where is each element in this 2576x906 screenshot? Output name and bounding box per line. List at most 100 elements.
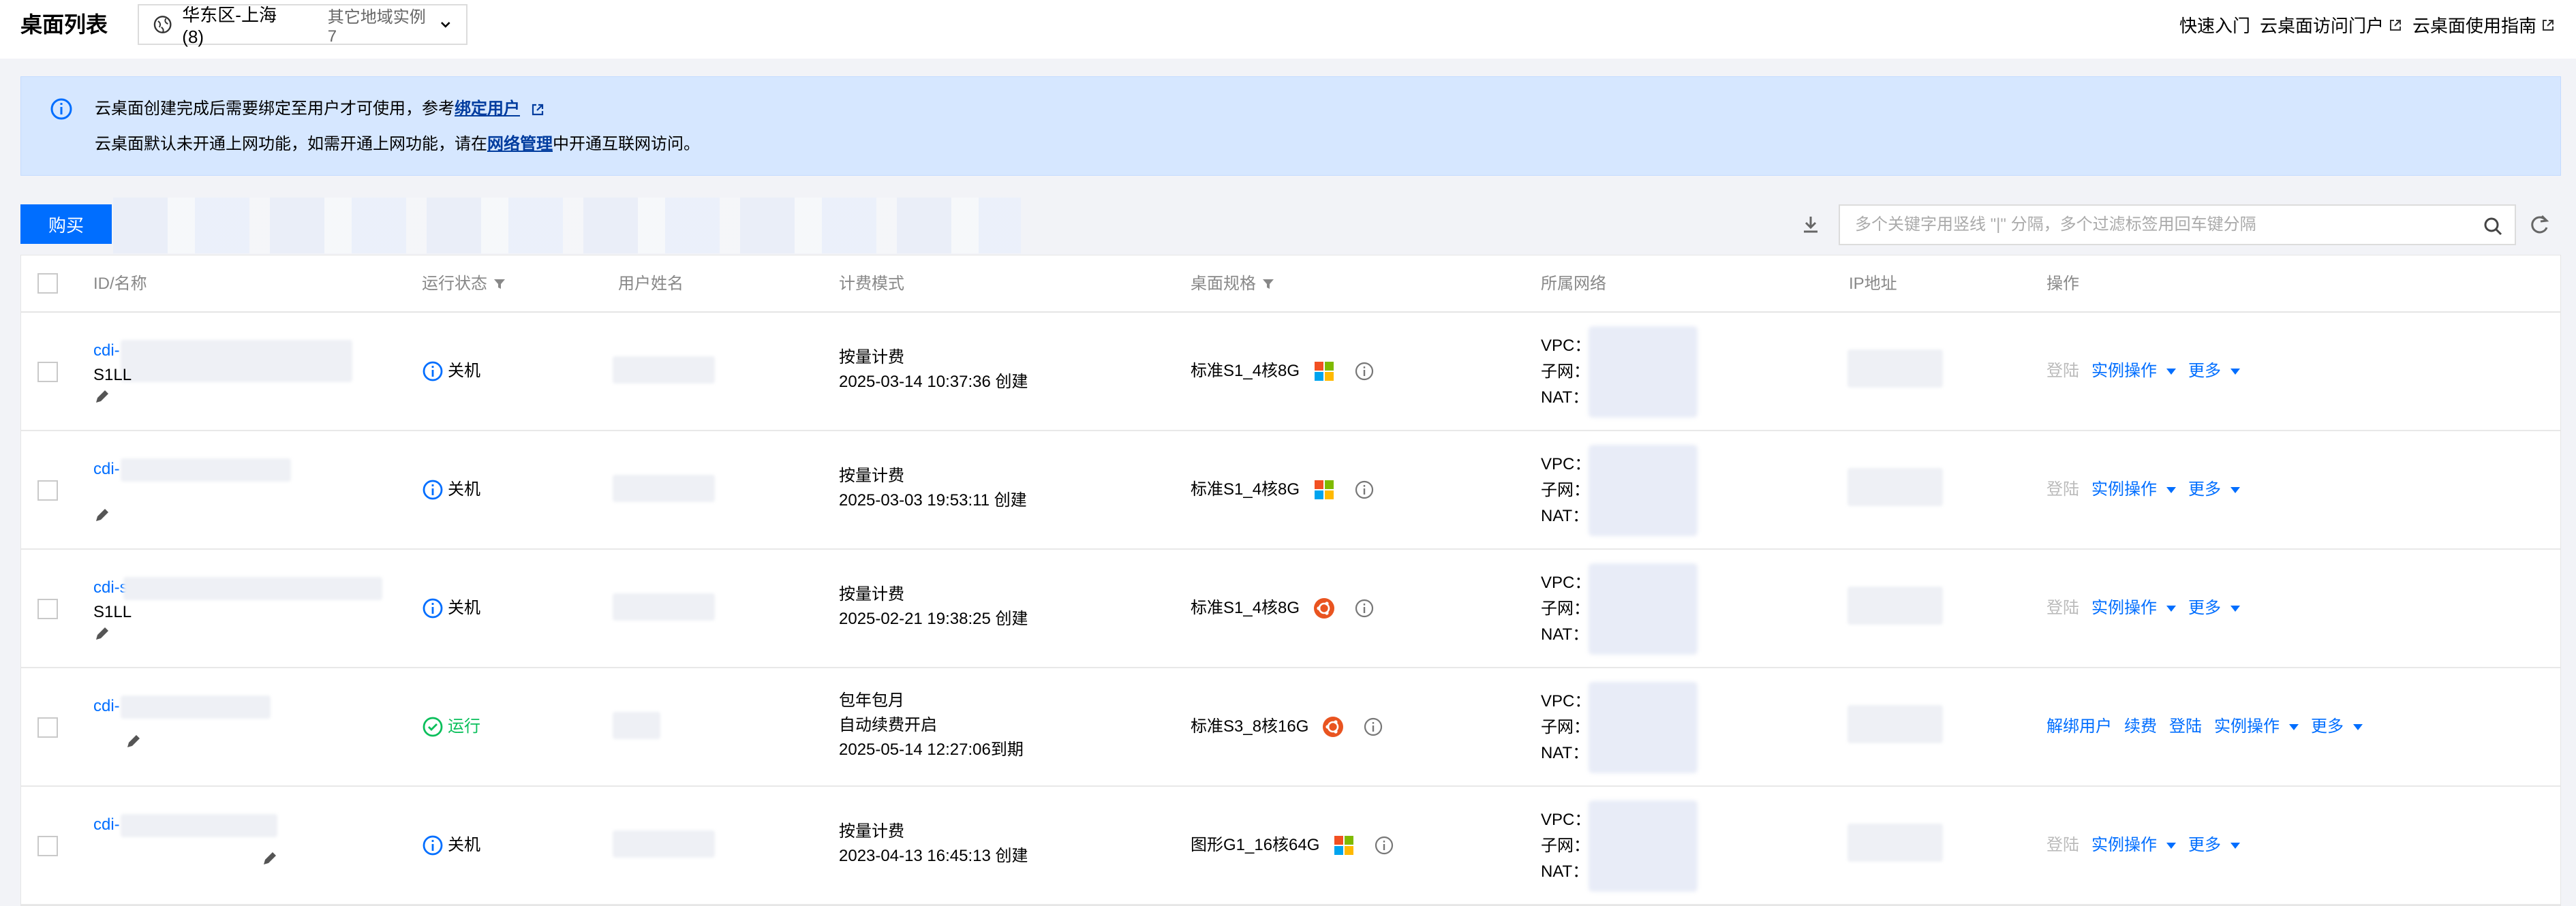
billing-line: 按量计费 [839, 585, 904, 604]
network-labels: VPC： 子网： NAT： [1541, 692, 1591, 762]
desktop-spec: 标准S1_4核8G [1191, 596, 1375, 621]
billing-line: 2023-04-13 16:45:13 创建 [839, 847, 1028, 865]
action-1[interactable]: 实例操作 [2091, 359, 2176, 384]
redacted-ip [1847, 587, 1943, 625]
region-select[interactable]: 华东区-上海 (8) 其它地域实例7 [138, 4, 467, 47]
action-2[interactable]: 更多 [2188, 833, 2240, 858]
action-2[interactable]: 更多 [2188, 478, 2240, 502]
action-1[interactable]: 续费 [2124, 715, 2157, 739]
billing-info: 按量计费 2023-04-13 16:45:13 创建 [839, 819, 1028, 869]
edit-icon[interactable] [93, 388, 111, 405]
edit-icon[interactable] [125, 732, 142, 750]
filter-icon[interactable] [493, 277, 506, 291]
action-1[interactable]: 实例操作 [2091, 596, 2176, 621]
info-icon[interactable] [1374, 835, 1394, 856]
portal-link[interactable]: 云桌面访问门户 [2260, 12, 2403, 37]
action-0[interactable]: 登陆 [2046, 596, 2079, 621]
guide-link[interactable]: 云桌面使用指南 [2412, 12, 2556, 37]
info-icon[interactable] [1354, 480, 1375, 500]
row-checkbox[interactable] [37, 362, 58, 382]
top-bar: 桌面列表 华东区-上海 (8) 其它地域实例7 快速入门 云桌面访问门户 云桌面… [0, 0, 2576, 59]
action-4[interactable]: 更多 [2311, 715, 2363, 739]
table-row: cdi- 运行 包年包月 自动续费开启 2025-05-14 12:27:06到期 … [21, 668, 2560, 787]
row-actions: 登陆 实例操作 更多 [2046, 833, 2240, 858]
edit-icon[interactable] [93, 625, 111, 642]
action-2[interactable]: 登陆 [2169, 715, 2202, 739]
column-header-ip: IP地址 [1849, 275, 1897, 293]
desktop-id-link[interactable]: cdi- [93, 339, 120, 363]
filter-icon[interactable] [1261, 277, 1275, 291]
table-header: ID/名称 运行状态 用户姓名 计费模式 桌面规格 所属网络 IP地址 操作 [21, 255, 2560, 313]
redacted-network [1589, 682, 1698, 773]
stopped-icon [423, 361, 443, 381]
billing-info: 按量计费 2025-03-03 19:53:11 创建 [839, 464, 1027, 513]
column-header-username: 用户姓名 [618, 275, 684, 293]
action-0[interactable]: 登陆 [2046, 359, 2079, 384]
ubuntu-icon [1314, 598, 1335, 619]
search-input[interactable] [1840, 206, 2515, 244]
redacted-id [121, 814, 277, 837]
action-0[interactable]: 解绑用户 [2046, 715, 2112, 739]
desktop-table: ID/名称 运行状态 用户姓名 计费模式 桌面规格 所属网络 IP地址 操作 c… [20, 255, 2561, 906]
edit-icon[interactable] [261, 849, 279, 867]
redacted-ip [1847, 824, 1943, 862]
stopped-icon [423, 598, 443, 619]
bind-user-link[interactable]: 绑定用户 [455, 99, 520, 118]
action-0[interactable]: 登陆 [2046, 833, 2079, 858]
caret-down-icon [2166, 487, 2176, 494]
globe-icon [153, 16, 172, 33]
quick-start-link[interactable]: 快速入门 [2179, 12, 2250, 37]
row-checkbox[interactable] [37, 717, 58, 738]
action-1[interactable]: 实例操作 [2091, 833, 2176, 858]
billing-line: 2025-02-21 19:38:25 创建 [839, 610, 1028, 628]
desktop-id-link[interactable]: cdi- [93, 694, 120, 719]
desktop-id-link[interactable]: cdi- [93, 457, 120, 482]
caret-down-icon [2289, 724, 2299, 731]
row-actions: 登陆 实例操作 更多 [2046, 596, 2240, 621]
desktop-spec: 标准S1_4核8G [1191, 478, 1375, 502]
row-actions: 解绑用户 续费 登陆 实例操作 更多 [2046, 715, 2363, 739]
redacted-username [613, 830, 715, 858]
action-1[interactable]: 实例操作 [2091, 478, 2176, 502]
info-icon [50, 98, 72, 120]
redacted-username [613, 593, 715, 621]
network-labels: VPC： 子网： NAT： [1541, 574, 1591, 644]
column-header-spec: 桌面规格 [1191, 273, 1275, 295]
select-all-checkbox[interactable] [37, 273, 58, 294]
stopped-icon [423, 835, 443, 856]
row-checkbox[interactable] [37, 836, 58, 856]
desktop-spec: 标准S3_8核16G [1191, 715, 1383, 739]
redacted-network [1589, 445, 1698, 536]
network-management-link[interactable]: 网络管理 [487, 135, 553, 153]
ubuntu-icon [1323, 717, 1344, 737]
action-2[interactable]: 更多 [2188, 359, 2240, 384]
action-2[interactable]: 更多 [2188, 596, 2240, 621]
action-0[interactable]: 登陆 [2046, 478, 2079, 502]
caret-down-icon [2230, 606, 2240, 612]
redacted-ip [1847, 349, 1943, 388]
external-link-icon [2389, 19, 2401, 31]
search-icon[interactable] [2482, 215, 2504, 237]
redacted-username [613, 475, 715, 502]
windows-icon [1315, 480, 1334, 499]
external-link-icon [2543, 19, 2554, 31]
info-icon[interactable] [1354, 361, 1375, 381]
search-box [1839, 204, 2516, 245]
buy-button[interactable]: 购买 [20, 204, 112, 244]
info-icon[interactable] [1354, 598, 1375, 619]
caret-down-icon [2166, 369, 2176, 375]
redacted-network [1589, 800, 1698, 892]
billing-line: 2025-05-14 12:27:06到期 [839, 740, 1024, 759]
row-actions: 登陆 实例操作 更多 [2046, 359, 2240, 384]
download-icon[interactable] [1799, 213, 1822, 236]
caret-down-icon [2353, 724, 2363, 731]
row-checkbox[interactable] [37, 599, 58, 619]
action-3[interactable]: 实例操作 [2214, 715, 2299, 739]
refresh-icon[interactable] [2527, 213, 2551, 237]
billing-line: 按量计费 [839, 348, 904, 366]
edit-icon[interactable] [93, 506, 111, 524]
row-checkbox[interactable] [37, 480, 58, 501]
info-icon[interactable] [1363, 717, 1383, 737]
info-notice: 云桌面创建完成后需要绑定至用户才可使用，参考绑定用户 云桌面默认未开通上网功能，… [20, 76, 2561, 176]
desktop-id-link[interactable]: cdi- [93, 813, 120, 837]
